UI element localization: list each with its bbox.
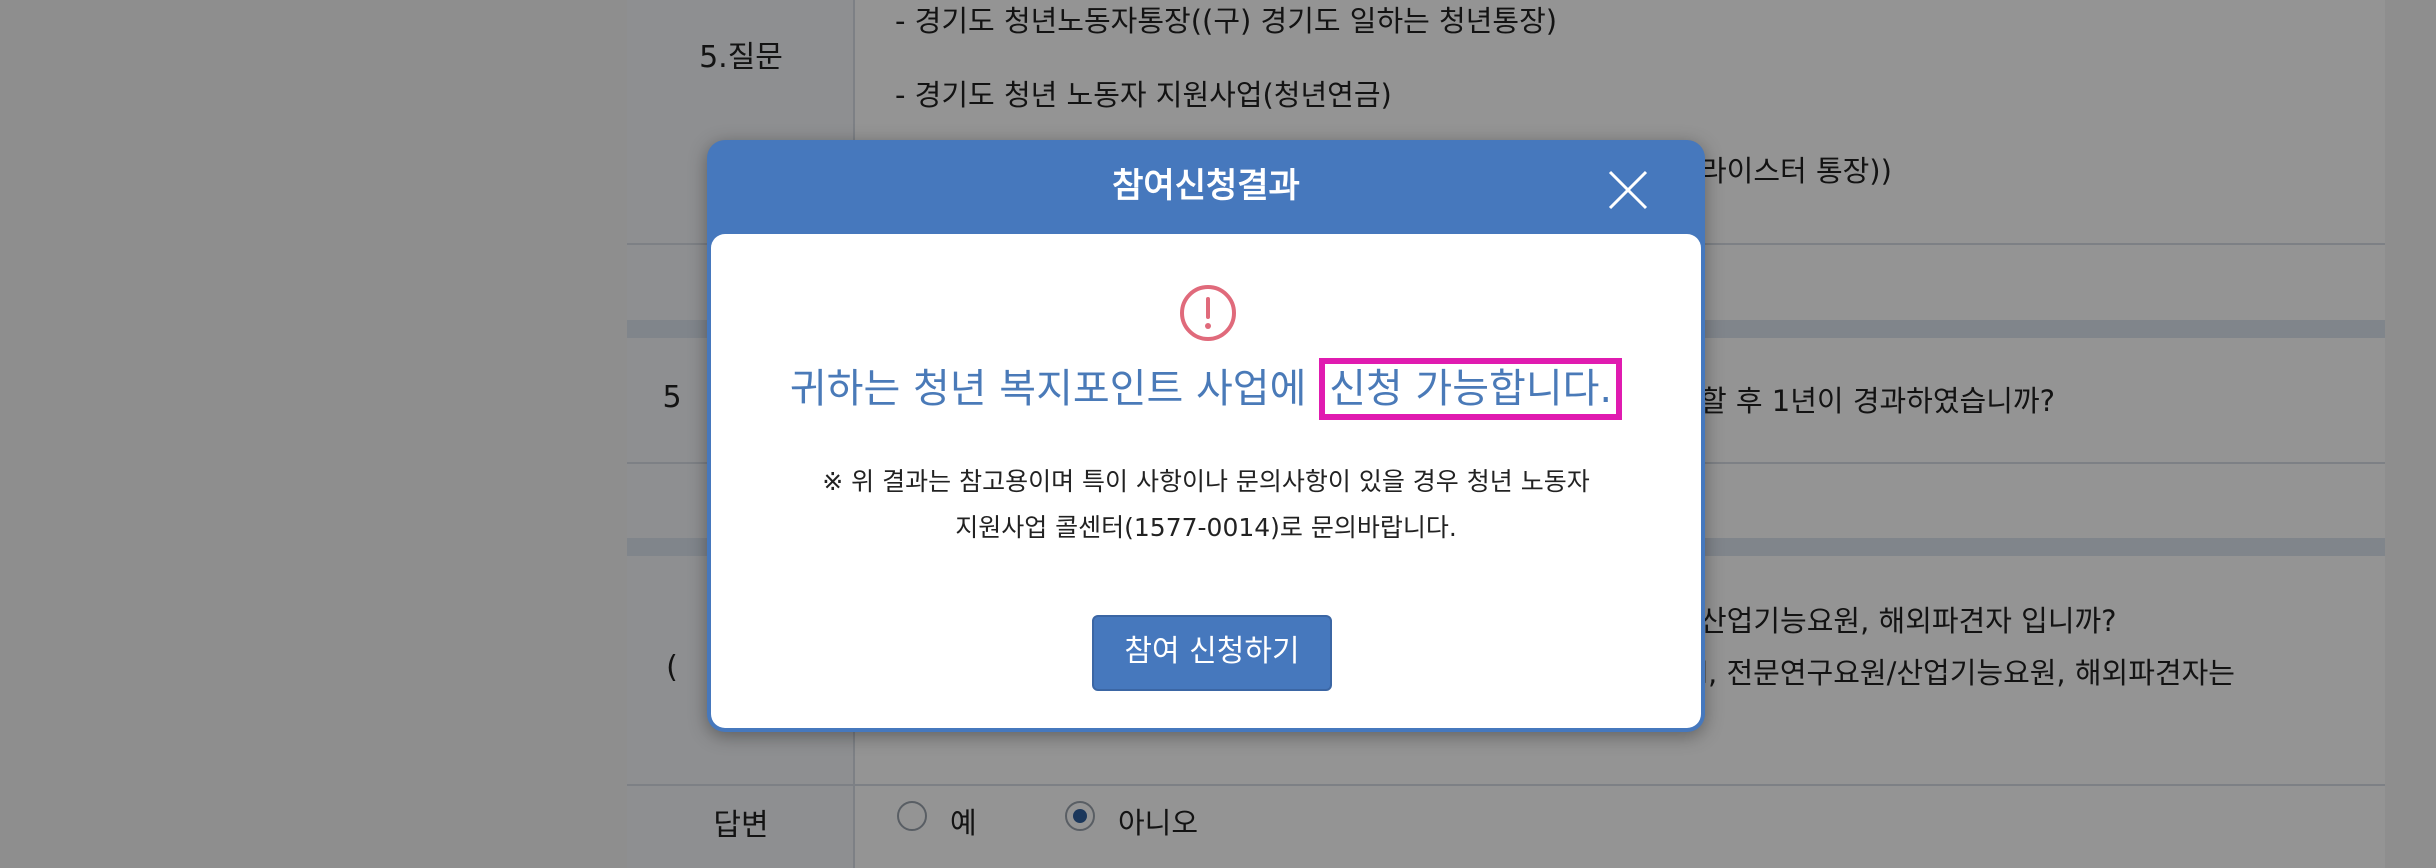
dialog-body: 귀하는 청년 복지포인트 사업에 신청 가능합니다. ※ 위 결과는 참고용이며… <box>711 234 1701 728</box>
highlighted-result: 신청 가능합니다. <box>1319 358 1623 420</box>
dialog-title: 참여신청결과 <box>1112 166 1300 206</box>
result-headline: 귀하는 청년 복지포인트 사업에 신청 가능합니다. <box>711 356 1701 420</box>
apply-participation-button[interactable]: 참여 신청하기 <box>1092 615 1332 691</box>
headline-text: 귀하는 청년 복지포인트 사업에 <box>789 366 1320 412</box>
result-dialog: 참여신청결과 귀하는 청년 복지포인트 사업에 신청 가능합니다. ※ 위 결과… <box>707 140 1705 732</box>
exclamation-circle-icon <box>1179 284 1237 342</box>
notice-line: ※ 위 결과는 참고용이며 특이 사항이나 문의사항이 있을 경우 청년 노동자 <box>822 467 1590 496</box>
close-icon[interactable] <box>1604 166 1652 214</box>
notice-line: 지원사업 콜센터(1577-0014)로 문의바랍니다. <box>955 513 1457 542</box>
